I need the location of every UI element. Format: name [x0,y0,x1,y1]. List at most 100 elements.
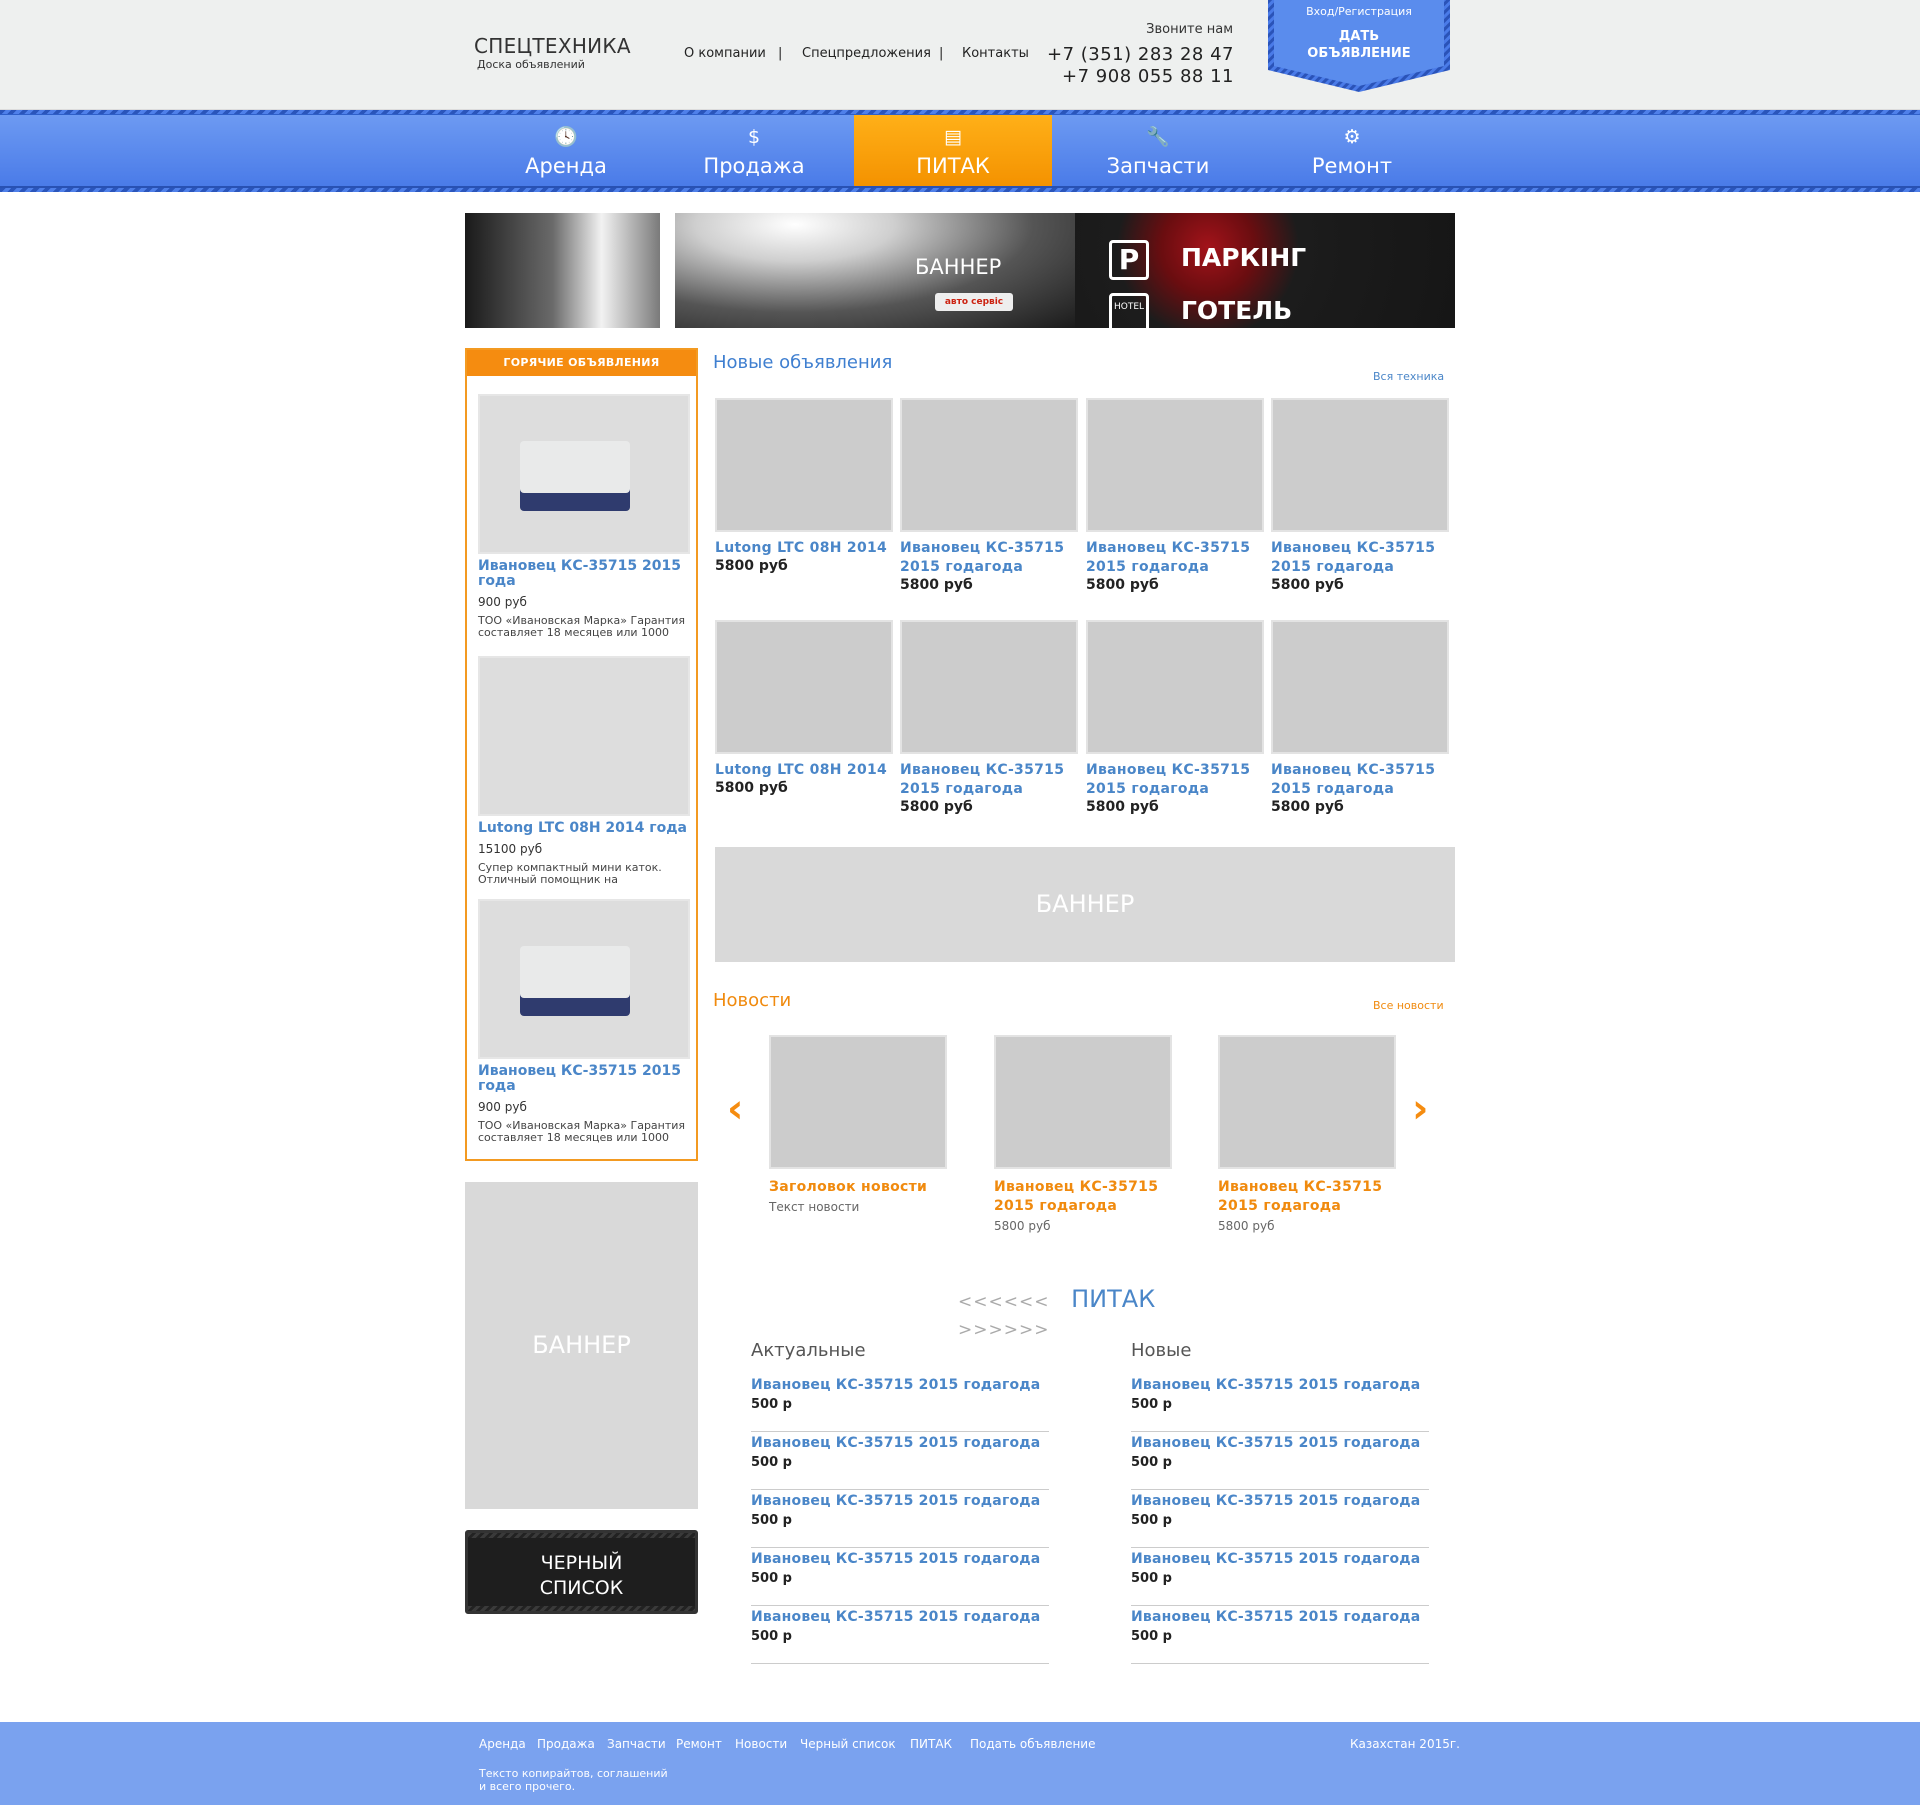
main-nav: 🕓 Аренда $ Продажа ▤ ПИТАК 🔧 Запчасти ⚙ … [0,110,1920,192]
nav-item-parts[interactable]: 🔧 Запчасти [1084,115,1232,186]
hot-ad-photo[interactable] [478,656,690,816]
ad-card[interactable]: Lutong LTC 08H 2014 5800 руб [715,398,895,575]
pitak-row[interactable]: Ивановец КС-35715 2015 годагода 500 р [751,1493,1049,1548]
news-headline[interactable]: Заголовок новости [769,1178,949,1197]
ad-card[interactable]: Ивановец КС-35715 2015 годагода 5800 руб [1271,620,1451,816]
pitak-row-title[interactable]: Ивановец КС-35715 2015 годагода [751,1551,1049,1567]
all-news-link[interactable]: Все новости [1373,999,1444,1012]
pitak-row[interactable]: Ивановец КС-35715 2015 годагода 500 р [751,1551,1049,1606]
ad-photo[interactable] [900,398,1078,532]
ad-title[interactable]: Ивановец КС-35715 2015 годагода [900,761,1080,799]
nav-link-offers[interactable]: Спецпредложения [802,46,931,61]
pitak-row[interactable]: Ивановец КС-35715 2015 годагода 500 р [751,1609,1049,1664]
ad-photo[interactable] [715,620,893,754]
ad-title[interactable]: Lutong LTC 08H 2014 [715,761,895,780]
news-text: 5800 руб [994,1219,1051,1233]
login-register-link[interactable]: Вход/Регистрация [1268,5,1450,18]
ad-card[interactable]: Ивановец КС-35715 2015 годагода 5800 руб [900,398,1080,594]
chevron-right-icon[interactable]: › [1412,1086,1428,1132]
nav-item-repair[interactable]: ⚙ Ремонт [1278,115,1426,186]
ad-photo[interactable] [1086,620,1264,754]
ad-photo[interactable] [900,620,1078,754]
nav-item-label: Ремонт [1311,154,1393,178]
pitak-row[interactable]: Ивановец КС-35715 2015 годагода 500 р [1131,1435,1429,1490]
footer-link[interactable]: Новости [735,1737,787,1751]
ad-title[interactable]: Ивановец КС-35715 2015 годагода [1086,539,1266,577]
hot-ad-title[interactable]: Lutong LTC 08H 2014 года [478,821,690,836]
hot-ad-desc: ТОО «Ивановская Марка» Гарантия составля… [478,1119,686,1144]
ad-price: 5800 руб [1271,577,1344,593]
hot-ad-item[interactable]: Ивановец КС-35715 2015 года 900 руб ТОО … [478,899,690,1144]
ad-photo[interactable] [1271,620,1449,754]
footer-link[interactable]: Подать объявление [970,1737,1095,1751]
pitak-row[interactable]: Ивановец КС-35715 2015 годагода 500 р [1131,1377,1429,1432]
nav-item-sale[interactable]: $ Продажа [680,115,828,186]
footer-link[interactable]: Продажа [537,1737,595,1751]
ad-price: 5800 руб [715,780,788,796]
logo-subtitle: Доска объявлений [477,58,585,71]
footer-link[interactable]: Запчасти [607,1737,666,1751]
pitak-row[interactable]: Ивановец КС-35715 2015 годагода 500 р [1131,1551,1429,1606]
hot-ad-photo[interactable] [478,394,690,554]
pitak-row-title[interactable]: Ивановец КС-35715 2015 годагода [751,1435,1049,1451]
footer-link[interactable]: Черный список [800,1737,896,1751]
ad-photo[interactable] [715,398,893,532]
ad-card[interactable]: Ивановец КС-35715 2015 годагода 5800 руб [1086,398,1266,594]
ad-photo[interactable] [1271,398,1449,532]
ad-title[interactable]: Ивановец КС-35715 2015 годагода [1271,761,1451,799]
ad-card[interactable]: Ивановец КС-35715 2015 годагода 5800 руб [1086,620,1266,816]
footer-link[interactable]: Аренда [479,1737,526,1751]
post-ad-line: ДАТЬ [1338,29,1380,44]
ad-title[interactable]: Ивановец КС-35715 2015 годагода [900,539,1080,577]
pitak-row[interactable]: Ивановец КС-35715 2015 годагода 500 р [751,1435,1049,1490]
ad-title[interactable]: Ивановец КС-35715 2015 годагода [1086,761,1266,799]
pitak-row-title[interactable]: Ивановец КС-35715 2015 годагода [1131,1435,1429,1451]
ad-card[interactable]: Ивановец КС-35715 2015 годагода 5800 руб [1271,398,1451,594]
ad-card[interactable]: Lutong LTC 08H 2014 5800 руб [715,620,895,797]
footer-link[interactable]: Ремонт [676,1737,722,1751]
call-label: Звоните нам [1146,22,1233,37]
news-text: Текст новости [769,1200,860,1214]
news-photo[interactable] [769,1035,947,1169]
blacklist-button[interactable]: ЧЕРНЫЙ СПИСОК [465,1530,698,1614]
news-item[interactable]: Ивановец КС-35715 2015 годагода 5800 руб [1218,1035,1398,1233]
post-ad-button[interactable]: ДАТЬ ОБЪЯВЛЕНИЕ [1268,28,1450,62]
pitak-row-title[interactable]: Ивановец КС-35715 2015 годагода [751,1493,1049,1509]
pitak-row-title[interactable]: Ивановец КС-35715 2015 годагода [751,1609,1049,1625]
pitak-row-title[interactable]: Ивановец КС-35715 2015 годагода [1131,1493,1429,1509]
ad-title[interactable]: Lutong LTC 08H 2014 [715,539,895,558]
news-title: Новости [713,990,792,1011]
all-vehicles-link[interactable]: Вся техника [1373,370,1444,383]
hot-ad-title[interactable]: Ивановец КС-35715 2015 года [478,559,690,589]
chevron-left-icon[interactable]: ‹ [727,1086,743,1132]
news-headline[interactable]: Ивановец КС-35715 2015 годагода [994,1178,1174,1216]
pitak-row-title[interactable]: Ивановец КС-35715 2015 годагода [1131,1551,1429,1567]
hot-ad-item[interactable]: Lutong LTC 08H 2014 года 15100 руб Супер… [478,656,690,886]
pitak-row-title[interactable]: Ивановец КС-35715 2015 годагода [1131,1609,1429,1625]
pitak-row[interactable]: Ивановец КС-35715 2015 годагода 500 р [751,1377,1049,1432]
footer-link[interactable]: ПИТАК [910,1737,952,1751]
news-item[interactable]: Ивановец КС-35715 2015 годагода 5800 руб [994,1035,1174,1233]
nav-item-pitak[interactable]: ▤ ПИТАК [854,115,1052,186]
post-ad-badge[interactable]: Вход/Регистрация ДАТЬ ОБЪЯВЛЕНИЕ [1268,0,1450,92]
side-banner[interactable]: БАННЕР [465,1182,698,1509]
ad-title[interactable]: Ивановец КС-35715 2015 годагода [1271,539,1451,577]
middle-banner[interactable]: БАННЕР [715,847,1455,962]
top-banner[interactable]: БАННЕР авто сервіс P HOTEL ПАРКІНГ ГОТЕЛ… [465,213,1455,328]
pitak-row[interactable]: Ивановец КС-35715 2015 годагода 500 р [1131,1493,1429,1548]
pitak-row-title[interactable]: Ивановец КС-35715 2015 годагода [1131,1377,1429,1393]
hot-ad-title[interactable]: Ивановец КС-35715 2015 года [478,1064,690,1094]
ad-photo[interactable] [1086,398,1264,532]
pitak-row[interactable]: Ивановец КС-35715 2015 годагода 500 р [1131,1609,1429,1664]
pitak-row-title[interactable]: Ивановец КС-35715 2015 годагода [751,1377,1049,1393]
nav-item-rent[interactable]: 🕓 Аренда [492,115,640,186]
ad-card[interactable]: Ивановец КС-35715 2015 годагода 5800 руб [900,620,1080,816]
news-item[interactable]: Заголовок новости Текст новости [769,1035,949,1214]
nav-link-about[interactable]: О компании [684,46,766,61]
hot-ad-photo[interactable] [478,899,690,1059]
news-photo[interactable] [1218,1035,1396,1169]
hot-ad-item[interactable]: Ивановец КС-35715 2015 года 900 руб ТОО … [478,394,690,639]
logo-title[interactable]: СПЕЦТЕХНИКА [474,34,631,58]
news-headline[interactable]: Ивановец КС-35715 2015 годагода [1218,1178,1398,1216]
news-photo[interactable] [994,1035,1172,1169]
